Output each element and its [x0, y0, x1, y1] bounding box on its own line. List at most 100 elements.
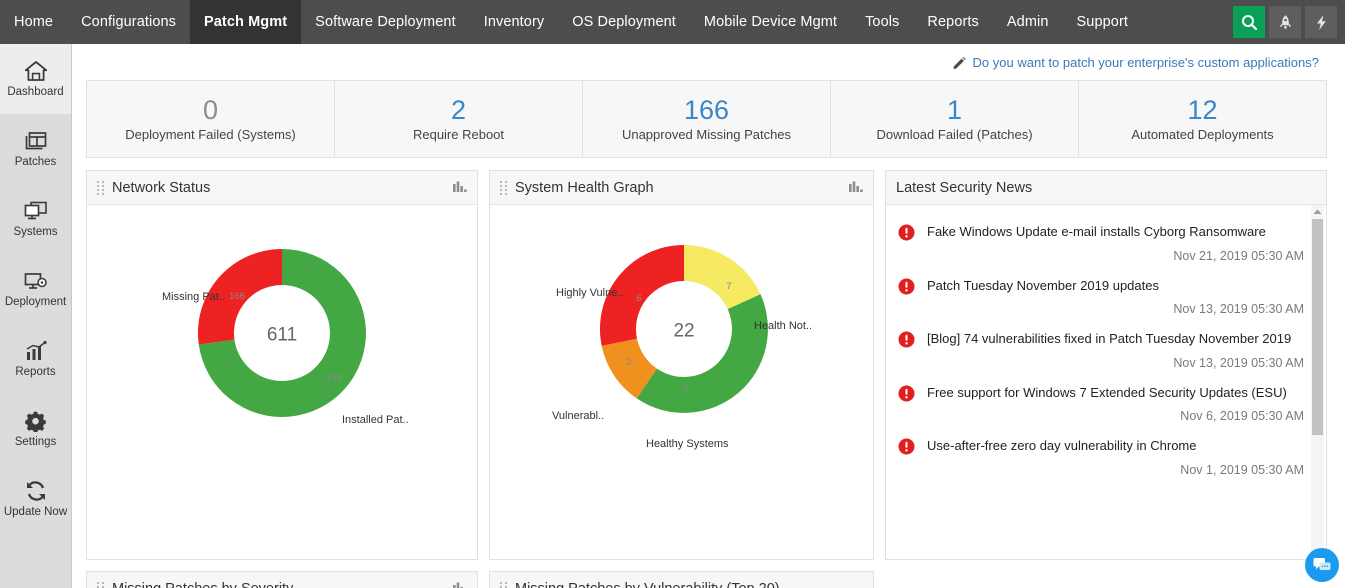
sidebar-item-update-now[interactable]: Update Now	[0, 464, 71, 534]
nav-item-inventory[interactable]: Inventory	[470, 0, 559, 44]
card-network-status: Network Status 611 166 445	[86, 170, 478, 560]
nav-item-configurations[interactable]: Configurations	[67, 0, 190, 44]
list-item[interactable]: Use-after-free zero day vulnerability in…	[898, 427, 1304, 481]
news-date: Nov 6, 2019 05:30 AM	[927, 409, 1304, 423]
sidebar-label-patches: Patches	[15, 157, 57, 169]
donut-label-vulnerable: Vulnerabl..	[552, 410, 604, 422]
alert-icon	[898, 385, 915, 424]
donut-value-healthy-systems: 7	[683, 383, 688, 394]
sidebar-label-deployment: Deployment	[5, 297, 66, 309]
bar-chart-trend-icon	[24, 340, 48, 362]
donut-center-label-health: 22	[673, 321, 694, 342]
nav-item-admin[interactable]: Admin	[993, 0, 1063, 44]
scroll-up-arrow-icon[interactable]	[1311, 205, 1324, 219]
news-texts: Patch Tuesday November 2019 updates Nov …	[927, 277, 1304, 317]
donut-slice-healthy-systems[interactable]	[637, 294, 768, 413]
nav-item-support[interactable]: Support	[1063, 0, 1143, 44]
sidebar-label-settings: Settings	[15, 437, 57, 449]
bar-chart-icon[interactable]	[849, 181, 863, 194]
dashboard-card-row-2: Missing Patches by Severity Missing Patc…	[86, 571, 1327, 588]
kpi-unapproved-missing-patches[interactable]: 166 Unapproved Missing Patches	[583, 81, 831, 157]
donut-label-health-not-reported: Health Not..	[754, 320, 812, 332]
alert-icon	[898, 224, 915, 263]
windows-stack-icon	[24, 130, 48, 152]
news-scrollbar-thumb[interactable]	[1312, 219, 1323, 435]
alert-icon	[898, 438, 915, 477]
list-item[interactable]: Free support for Windows 7 Extended Secu…	[898, 374, 1304, 428]
top-nav-items: Home Configurations Patch Mgmt Software …	[0, 0, 1142, 44]
kpi-value-require-reboot: 2	[451, 96, 466, 124]
alert-icon	[898, 278, 915, 317]
news-title[interactable]: [Blog] 74 vulnerabilities fixed in Patch…	[927, 330, 1304, 348]
kpi-label-automated-deployments: Automated Deployments	[1131, 127, 1273, 142]
custom-applications-link[interactable]: Do you want to patch your enterprise's c…	[973, 55, 1319, 70]
card-header-vulnerability: Missing Patches by Vulnerability (Top 20…	[490, 572, 873, 588]
kpi-automated-deployments[interactable]: 12 Automated Deployments	[1079, 81, 1326, 157]
donut-value-highly-vulnerable: 6	[636, 293, 641, 304]
drag-handle-icon[interactable]	[97, 181, 104, 195]
sidebar-label-update-now: Update Now	[4, 507, 67, 519]
news-texts: Fake Windows Update e-mail installs Cybo…	[927, 223, 1304, 263]
news-title[interactable]: Fake Windows Update e-mail installs Cybo…	[927, 223, 1304, 241]
left-sidebar: Dashboard Patches Systems Deployment Rep…	[0, 44, 72, 588]
sidebar-item-reports[interactable]: Reports	[0, 324, 71, 394]
drag-handle-icon[interactable]	[500, 582, 507, 588]
custom-applications-row: Do you want to patch your enterprise's c…	[86, 44, 1327, 80]
news-title[interactable]: Patch Tuesday November 2019 updates	[927, 277, 1304, 295]
list-item[interactable]: [Blog] 74 vulnerabilities fixed in Patch…	[898, 320, 1304, 374]
sidebar-label-reports: Reports	[15, 367, 55, 379]
rocket-icon[interactable]	[1269, 6, 1301, 38]
news-texts: Use-after-free zero day vulnerability in…	[927, 437, 1304, 477]
nav-item-tools[interactable]: Tools	[851, 0, 913, 44]
news-title[interactable]: Use-after-free zero day vulnerability in…	[927, 437, 1304, 455]
kpi-label-deployment-failed: Deployment Failed (Systems)	[125, 127, 296, 142]
nav-item-patch-mgmt[interactable]: Patch Mgmt	[190, 0, 301, 44]
nav-item-home[interactable]: Home	[0, 0, 67, 44]
news-date: Nov 13, 2019 05:30 AM	[927, 302, 1304, 316]
kpi-value-deployment-failed: 0	[203, 96, 218, 124]
list-item[interactable]: Fake Windows Update e-mail installs Cybo…	[898, 213, 1304, 267]
donut-value-installed: 445	[326, 373, 342, 384]
kpi-require-reboot[interactable]: 2 Require Reboot	[335, 81, 583, 157]
sidebar-item-systems[interactable]: Systems	[0, 184, 71, 254]
card-title-network-status: Network Status	[112, 180, 445, 196]
chat-bubble-icon[interactable]	[1305, 548, 1339, 582]
nav-item-mobile-device-mgmt[interactable]: Mobile Device Mgmt	[690, 0, 851, 44]
sidebar-label-dashboard: Dashboard	[7, 87, 63, 99]
nav-item-os-deployment[interactable]: OS Deployment	[558, 0, 690, 44]
kpi-summary-bar: 0 Deployment Failed (Systems) 2 Require …	[86, 80, 1327, 158]
nav-item-software-deployment[interactable]: Software Deployment	[301, 0, 470, 44]
news-date: Nov 21, 2019 05:30 AM	[927, 249, 1304, 263]
drag-handle-icon[interactable]	[97, 582, 104, 588]
bar-chart-icon[interactable]	[453, 181, 467, 194]
sidebar-item-dashboard[interactable]: Dashboard	[0, 44, 71, 114]
news-date: Nov 1, 2019 05:30 AM	[927, 463, 1304, 477]
sidebar-label-systems: Systems	[13, 227, 57, 239]
gear-icon	[24, 410, 47, 432]
sidebar-item-settings[interactable]: Settings	[0, 394, 71, 464]
card-body-network-status: 611 166 445 Missing Pat.. Installed Pat.…	[87, 205, 477, 459]
card-title-security-news: Latest Security News	[896, 180, 1316, 196]
kpi-download-failed[interactable]: 1 Download Failed (Patches)	[831, 81, 1079, 157]
news-scrollbar[interactable]	[1311, 205, 1324, 559]
sidebar-item-deployment[interactable]: Deployment	[0, 254, 71, 324]
news-title[interactable]: Free support for Windows 7 Extended Secu…	[927, 384, 1304, 402]
card-header-network-status: Network Status	[87, 171, 477, 205]
sidebar-item-patches[interactable]: Patches	[0, 114, 71, 184]
kpi-deployment-failed[interactable]: 0 Deployment Failed (Systems)	[87, 81, 335, 157]
donut-label-installed-patches: Installed Pat..	[342, 414, 409, 426]
drag-handle-icon[interactable]	[500, 181, 507, 195]
card-body-system-health: 22 7 7 2 6 Highly Vulne.. Health Not.. V…	[490, 205, 873, 459]
news-texts: [Blog] 74 vulnerabilities fixed in Patch…	[927, 330, 1304, 370]
kpi-label-download-failed: Download Failed (Patches)	[876, 127, 1032, 142]
search-icon[interactable]	[1233, 6, 1265, 38]
list-item[interactable]: Patch Tuesday November 2019 updates Nov …	[898, 267, 1304, 321]
lightning-bolt-icon[interactable]	[1305, 6, 1337, 38]
bar-chart-icon[interactable]	[453, 582, 467, 588]
alert-icon	[898, 331, 915, 370]
kpi-label-unapproved-missing-patches: Unapproved Missing Patches	[622, 127, 791, 142]
main-content: Do you want to patch your enterprise's c…	[72, 44, 1345, 588]
monitor-icon	[23, 200, 49, 222]
nav-item-reports[interactable]: Reports	[913, 0, 992, 44]
donut-value-health-not-reported: 7	[726, 281, 731, 292]
